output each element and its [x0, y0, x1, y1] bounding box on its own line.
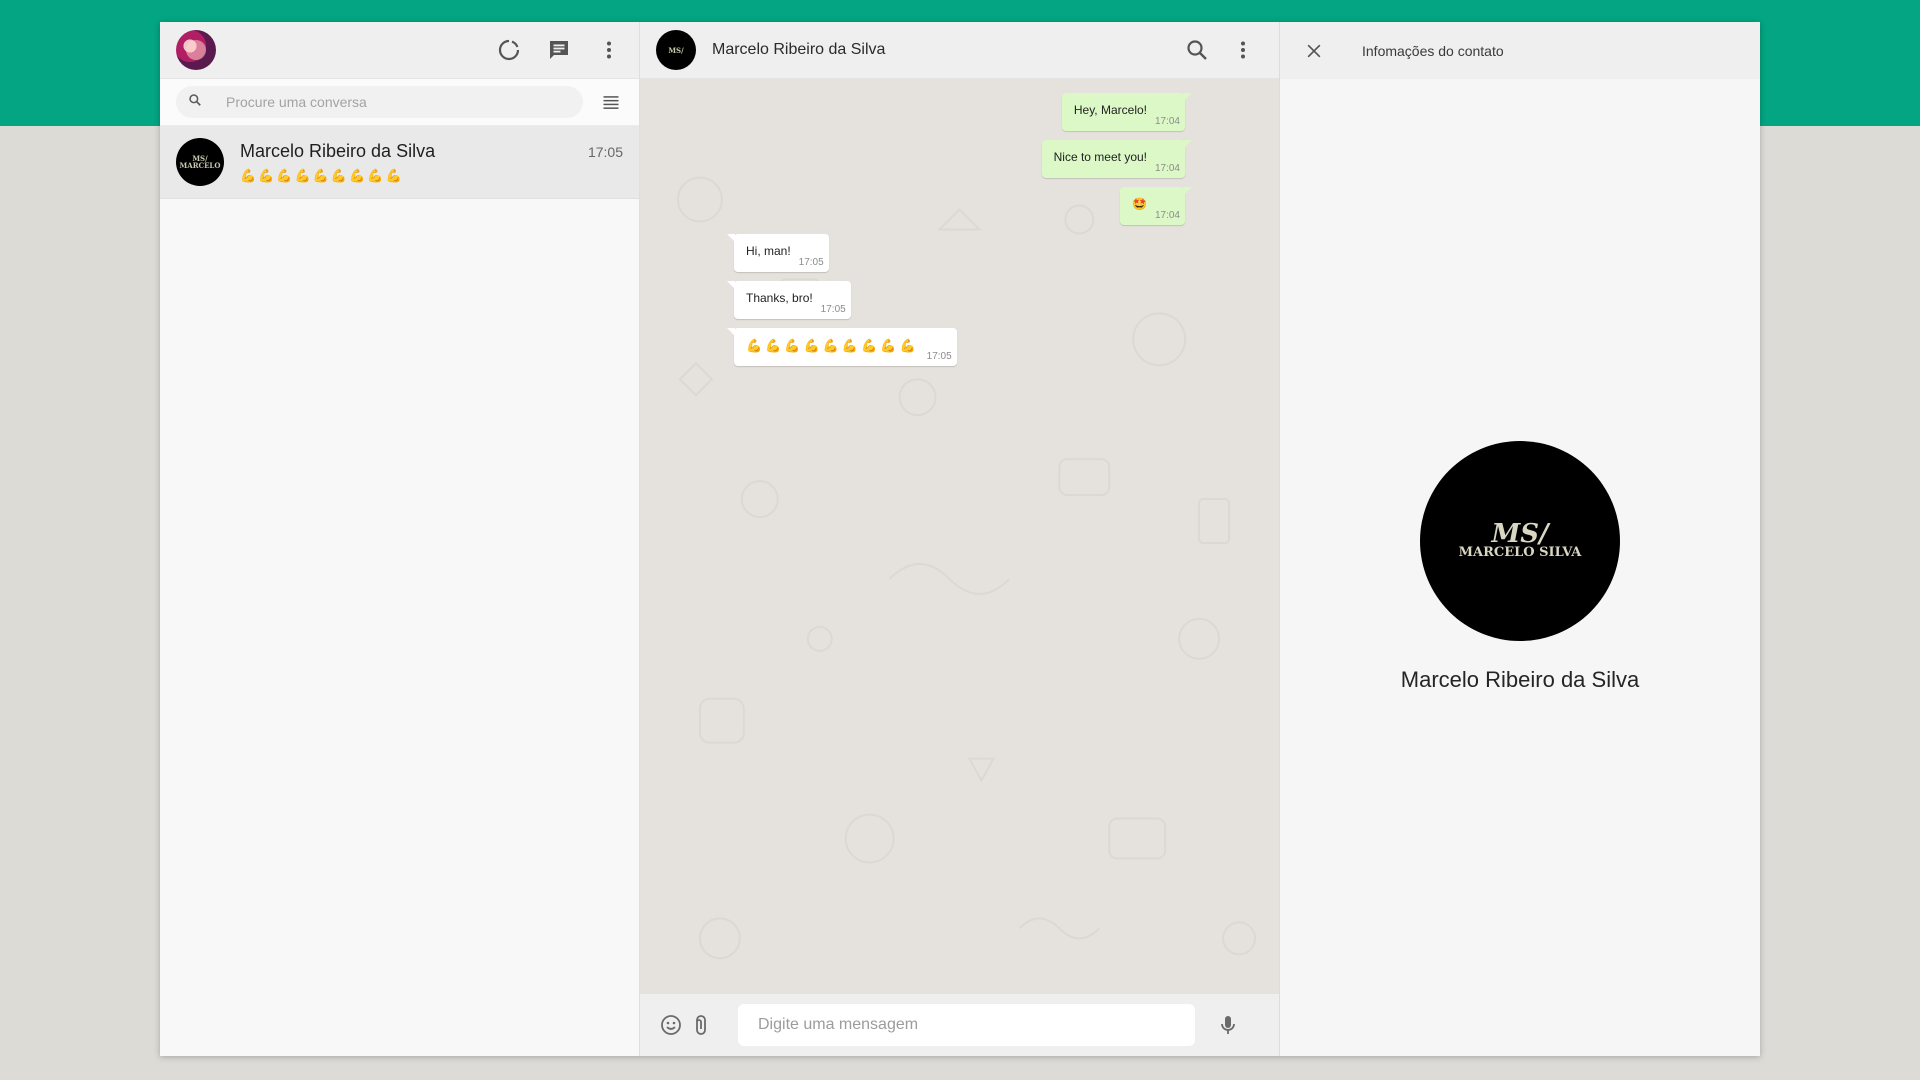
- contact-profile-name: Marcelo Ribeiro da Silva: [1400, 667, 1640, 692]
- my-profile-avatar[interactable]: [176, 30, 216, 70]
- message-bubble-incoming[interactable]: Thanks, bro! 17:05: [727, 281, 851, 319]
- message-row-outgoing: 🤩 17:04: [640, 187, 1279, 225]
- search-box[interactable]: [176, 86, 583, 118]
- message-row-outgoing: Hey, Marcelo! 17:04: [640, 93, 1279, 131]
- chat-list-item-last-message: 💪💪💪💪💪💪💪💪💪: [240, 167, 404, 183]
- avatar-logo: MS/: [668, 45, 684, 55]
- message-text: Hey, Marcelo!: [1073, 103, 1147, 117]
- menu-dots-icon[interactable]: [1229, 36, 1257, 64]
- message-bubble-outgoing[interactable]: Nice to meet you! 17:04: [1041, 140, 1193, 178]
- new-chat-icon[interactable]: [545, 36, 573, 64]
- chat-list-item-meta: Marcelo Ribeiro da Silva 17:05 💪💪💪💪💪💪💪💪💪: [240, 141, 623, 184]
- attach-icon[interactable]: [686, 1010, 716, 1040]
- close-icon[interactable]: [1300, 37, 1328, 65]
- message-input-box[interactable]: [738, 1004, 1195, 1046]
- status-icon[interactable]: [495, 36, 523, 64]
- message-row-incoming: Thanks, bro! 17:05: [640, 281, 1279, 319]
- message-time: 17:04: [1154, 163, 1180, 174]
- conversation-header-icons: [1183, 36, 1257, 64]
- message-bubble-outgoing[interactable]: Hey, Marcelo! 17:04: [1061, 93, 1193, 131]
- message-text: 🤩: [1132, 197, 1147, 211]
- conversation-header[interactable]: MS/ Marcelo Ribeiro da Silva: [640, 22, 1279, 79]
- message-bubble-outgoing[interactable]: 🤩 17:04: [1120, 187, 1192, 225]
- conversation-panel: MS/ Marcelo Ribeiro da Silva Hey, Marcel…: [640, 22, 1280, 1056]
- message-text: Hi, man!: [746, 244, 791, 258]
- filter-icon[interactable]: [593, 92, 629, 112]
- conversation-contact-name[interactable]: Marcelo Ribeiro da Silva: [712, 41, 885, 59]
- conversation-list-panel: MS/MARCELO Marcelo Ribeiro da Silva 17:0…: [160, 22, 640, 1056]
- message-row-outgoing: Nice to meet you! 17:04: [640, 140, 1279, 178]
- contact-info-header: Infomações do contato: [1280, 22, 1760, 79]
- message-area: Hey, Marcelo! 17:04 Nice to meet you! 17…: [640, 79, 1279, 994]
- emoji-icon[interactable]: [656, 1010, 686, 1040]
- message-text: 💪💪💪💪💪💪💪💪💪: [746, 338, 919, 353]
- search-row: [160, 79, 639, 126]
- search-icon[interactable]: [1183, 36, 1211, 64]
- chat-list-item-name: Marcelo Ribeiro da Silva: [240, 140, 436, 161]
- search-icon: [188, 93, 202, 112]
- contact-avatar: MS/MARCELO: [176, 138, 224, 186]
- message-row-incoming: 💪💪💪💪💪💪💪💪💪 17:05: [640, 328, 1279, 366]
- app-window: MS/MARCELO Marcelo Ribeiro da Silva 17:0…: [160, 22, 1760, 1056]
- avatar-logo: MS/MARCELO: [179, 154, 221, 170]
- message-input[interactable]: [758, 1016, 1175, 1034]
- chat-list-item[interactable]: MS/MARCELO Marcelo Ribeiro da Silva 17:0…: [160, 126, 639, 199]
- contact-info-panel: Infomações do contato MS/ MARCELO SILVA …: [1280, 22, 1760, 1056]
- message-text: Thanks, bro!: [746, 291, 813, 305]
- message-time: 17:05: [798, 257, 824, 268]
- message-time: 17:05: [926, 351, 952, 362]
- contact-info-title: Infomações do contato: [1362, 42, 1504, 59]
- message-text: Nice to meet you!: [1053, 150, 1147, 164]
- message-bubble-incoming[interactable]: Hi, man! 17:05: [727, 234, 829, 272]
- contact-profile: MS/ MARCELO SILVA Marcelo Ribeiro da Sil…: [1280, 79, 1760, 1056]
- contact-profile-avatar[interactable]: MS/ MARCELO SILVA: [1420, 441, 1620, 641]
- message-bubble-incoming[interactable]: 💪💪💪💪💪💪💪💪💪 17:05: [727, 328, 957, 366]
- left-header-icons: [495, 36, 623, 64]
- search-input[interactable]: [226, 94, 546, 110]
- mic-icon[interactable]: [1213, 1010, 1243, 1040]
- left-header: [160, 22, 639, 79]
- avatar-logo-line2: MARCELO SILVA: [1458, 545, 1582, 560]
- conversation-contact-avatar[interactable]: MS/: [656, 30, 696, 70]
- avatar-logo: MS/ MARCELO SILVA: [1458, 519, 1582, 560]
- message-composer: [640, 994, 1279, 1056]
- message-row-incoming: Hi, man! 17:05: [640, 234, 1279, 272]
- message-time: 17:04: [1154, 210, 1180, 221]
- avatar-logo-line1: MS/: [1491, 519, 1549, 549]
- message-time: 17:04: [1154, 116, 1180, 127]
- menu-dots-icon[interactable]: [595, 36, 623, 64]
- message-time: 17:05: [820, 304, 846, 315]
- chat-list-item-time: 17:05: [587, 143, 623, 160]
